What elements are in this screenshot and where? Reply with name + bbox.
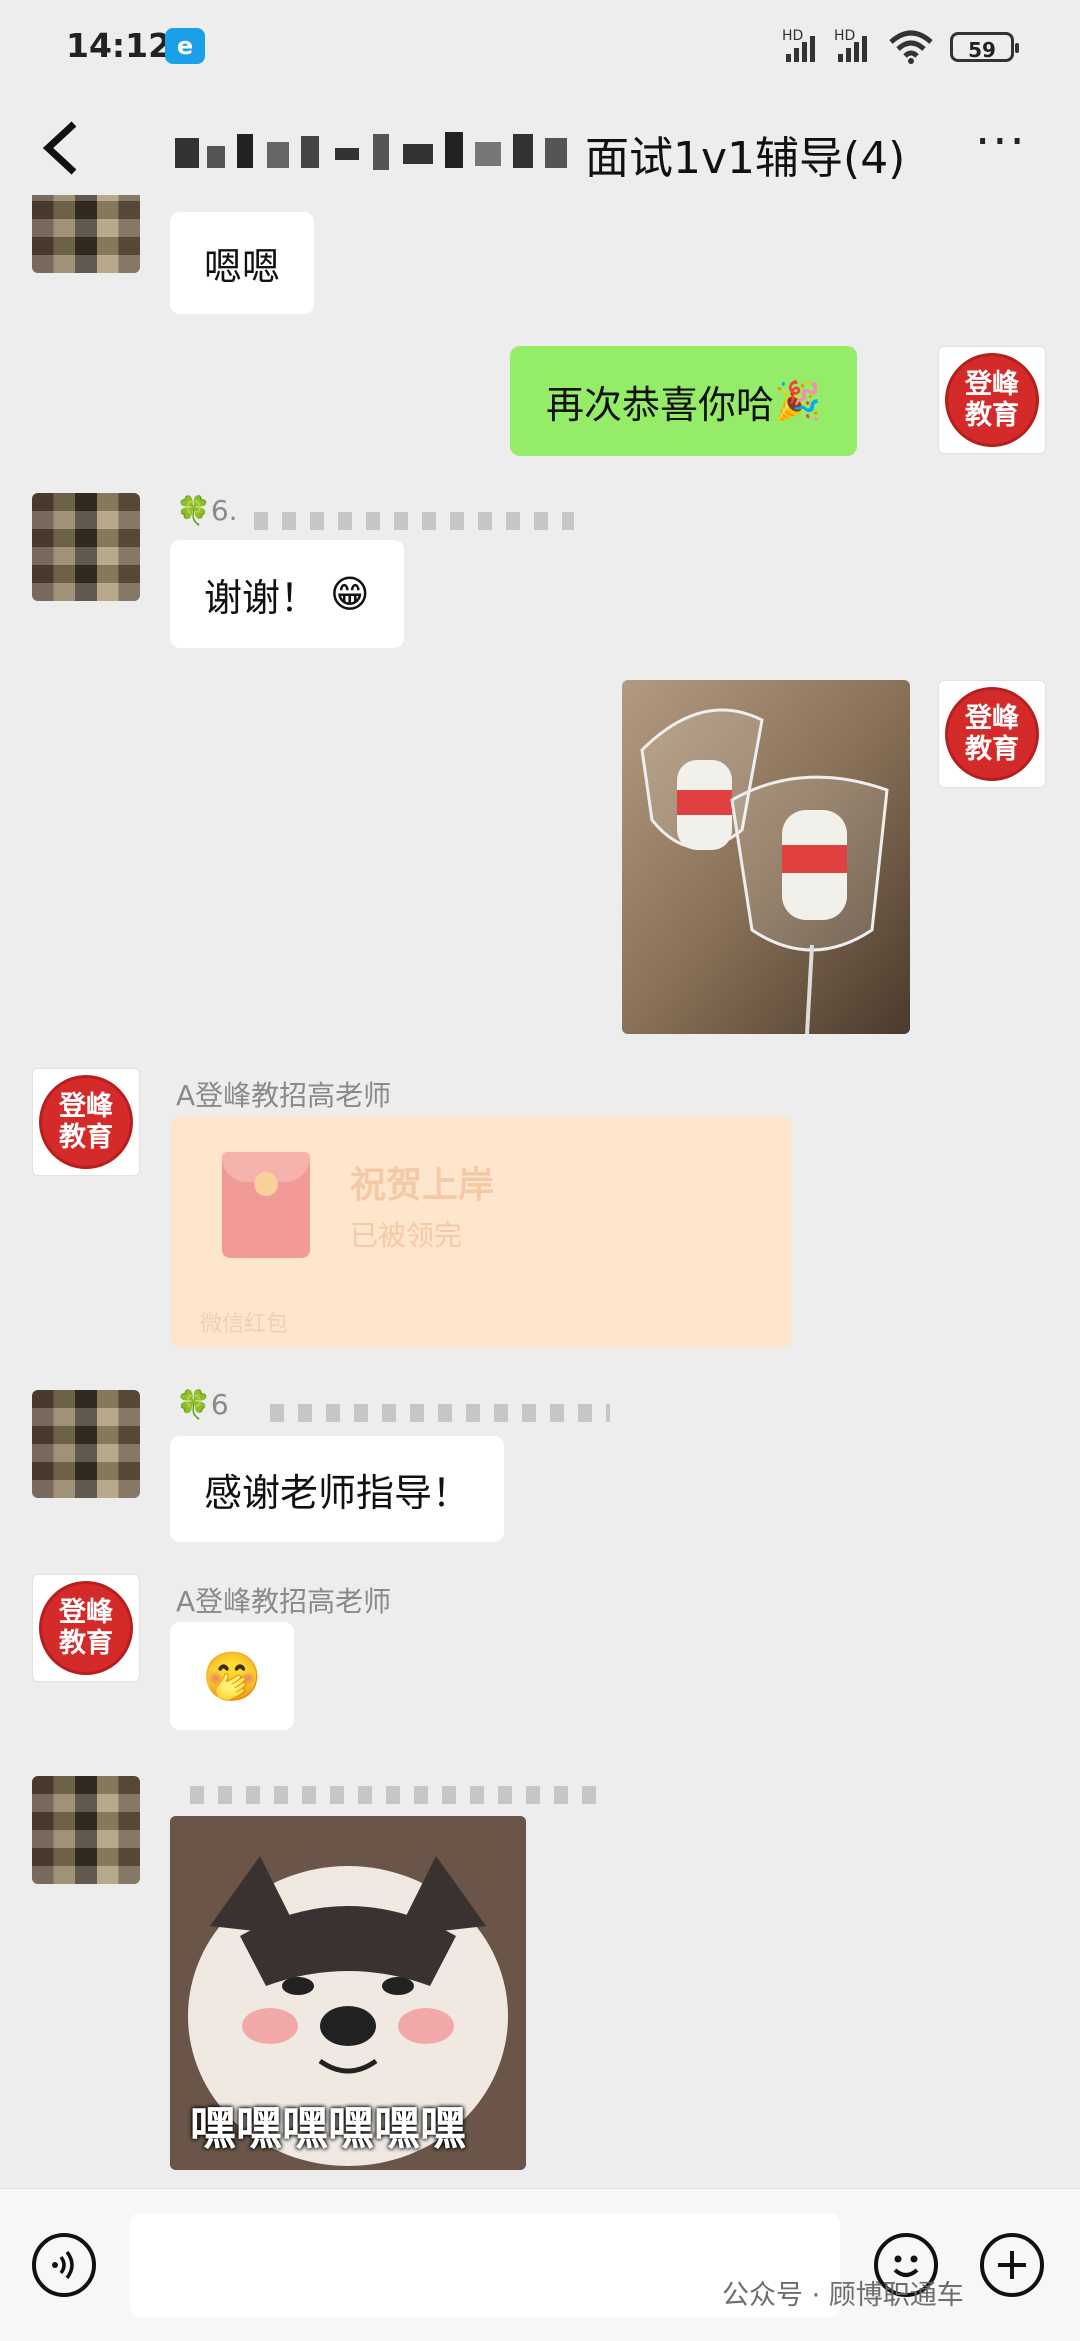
- back-arrow-icon: [42, 121, 77, 175]
- message-bubble[interactable]: 再次恭喜你哈 🎉: [510, 346, 858, 456]
- cell-signal-icon: [786, 34, 820, 62]
- blurred-nickname: [270, 1404, 610, 1422]
- avatar[interactable]: [32, 1390, 140, 1498]
- red-packet-card[interactable]: 祝贺上岸 已被领完 微信红包: [170, 1116, 792, 1348]
- grinning-face-icon: 😁: [330, 572, 370, 616]
- status-time: 14:12: [66, 26, 172, 65]
- sender-nickname: 🍀6.: [176, 494, 238, 527]
- sender-nickname: 🍀6: [176, 1388, 229, 1421]
- party-popper-icon: 🎉: [774, 378, 822, 423]
- back-button[interactable]: [40, 118, 80, 188]
- brand-seal-logo: 登峰 教育: [945, 687, 1039, 781]
- avatar[interactable]: [32, 493, 140, 601]
- avatar[interactable]: 登峰 教育: [938, 680, 1046, 788]
- avatar[interactable]: 登峰 教育: [32, 1068, 140, 1176]
- message-bubble[interactable]: 🤭: [170, 1622, 294, 1730]
- message-bubble[interactable]: 谢谢！ 😁: [170, 540, 404, 648]
- brand-seal-logo: 登峰 教育: [945, 353, 1039, 447]
- message-text: 感谢老师指导！: [204, 1470, 471, 1515]
- wine-glass-photo: [622, 680, 910, 1034]
- blurred-nickname: [254, 512, 574, 530]
- voice-icon: [52, 2250, 74, 2280]
- message-text: 再次恭喜你哈: [546, 382, 775, 427]
- avatar[interactable]: [32, 1776, 140, 1884]
- message-bubble[interactable]: 感谢老师指导！: [170, 1436, 505, 1542]
- message-bubble[interactable]: 嗯嗯: [170, 212, 315, 314]
- watermark-text: 公众号 · 顾博职通车: [722, 2280, 964, 2311]
- red-packet-status: 已被领完: [350, 1219, 463, 1252]
- input-toolbar: 公众号 · 顾博职通车: [0, 2188, 1080, 2341]
- chat-title: 面试1v1辅导(4): [585, 133, 906, 184]
- more-options-button[interactable]: ···: [975, 114, 1027, 170]
- red-packet-title: 祝贺上岸: [350, 1165, 495, 1206]
- sender-nickname: A登峰教招高老师: [176, 1585, 392, 1618]
- hand-over-mouth-icon: 🤭: [202, 1648, 262, 1705]
- red-packet-icon: [222, 1152, 310, 1258]
- status-bar: 14:12 e HD HD 59: [0, 0, 1080, 100]
- message-text: 嗯嗯: [204, 244, 281, 289]
- sticker-message[interactable]: 嘿嘿嘿嘿嘿嘿: [170, 1816, 526, 2170]
- app-badge-icon: e: [165, 28, 205, 64]
- cell-signal-icon: [838, 34, 872, 62]
- sender-nickname: A登峰教招高老师: [176, 1079, 392, 1112]
- voice-button[interactable]: [32, 2233, 96, 2297]
- blurred-group-name: [175, 128, 575, 176]
- avatar[interactable]: 登峰 教育: [938, 346, 1046, 454]
- photo-message[interactable]: [622, 680, 910, 1034]
- avatar[interactable]: 登峰 教育: [32, 1574, 140, 1682]
- red-packet-footer: 微信红包: [200, 1312, 289, 1337]
- blurred-nickname: [190, 1786, 610, 1804]
- avatar[interactable]: [32, 195, 140, 273]
- brand-seal-logo: 登峰 教育: [39, 1581, 133, 1675]
- chat-header: 面试1v1辅导(4) ···: [0, 100, 1080, 210]
- sticker-caption: 嘿嘿嘿嘿嘿嘿: [190, 2101, 466, 2155]
- plus-button[interactable]: [980, 2233, 1044, 2297]
- battery-icon: 59: [950, 32, 1019, 62]
- brand-seal-logo: 登峰 教育: [39, 1075, 133, 1169]
- wifi-icon: [889, 30, 933, 64]
- plus-icon: [998, 2251, 1026, 2279]
- message-text: 谢谢！: [204, 575, 319, 620]
